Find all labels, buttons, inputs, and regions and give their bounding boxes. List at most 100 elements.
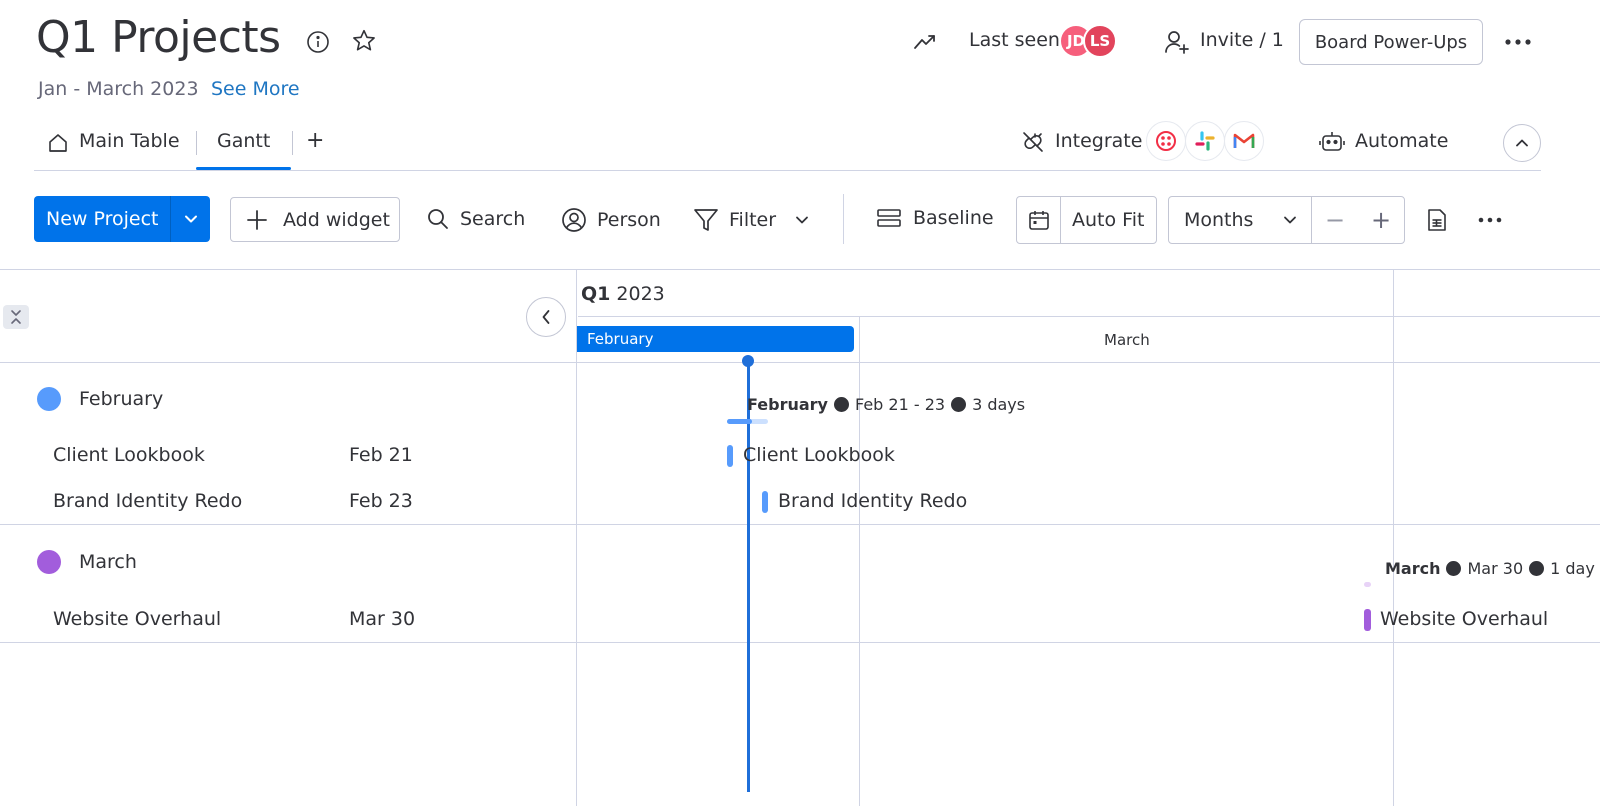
gantt-bar-label: Client Lookbook [743, 444, 895, 466]
add-view-button[interactable]: + [306, 128, 324, 153]
group-summary-march: March Mar 30 1 day [1385, 559, 1595, 578]
filter-button[interactable]: Filter [693, 207, 776, 233]
calendar-icon [1028, 211, 1049, 230]
month-february-header[interactable]: February [577, 326, 854, 352]
filter-label: Filter [729, 209, 777, 231]
item-date: Feb 21 [349, 444, 413, 466]
quarter-name: Q1 [581, 283, 611, 305]
collapse-panel-button[interactable] [526, 297, 566, 337]
baseline-button[interactable]: Baseline [877, 207, 994, 229]
twilio-icon[interactable] [1146, 121, 1186, 161]
quarter-label: Q1 2023 [581, 283, 665, 305]
toolbar-more-icon[interactable] [1476, 214, 1504, 226]
more-options-icon[interactable] [1503, 28, 1533, 56]
group-summary-clip: March Mar 30 1 day [1385, 559, 1600, 583]
tab-gantt[interactable]: Gantt [217, 130, 270, 152]
collapse-all-icon[interactable] [3, 305, 29, 329]
chevron-up-icon [1516, 139, 1528, 147]
gantt-bar[interactable] [1364, 609, 1371, 631]
search-icon [428, 209, 448, 229]
gantt-bar[interactable] [762, 491, 768, 513]
separator-dot [833, 397, 849, 412]
collapse-header-button[interactable] [1503, 124, 1541, 162]
invite-button[interactable]: Invite / 1 [1200, 29, 1284, 51]
info-icon[interactable] [304, 28, 332, 56]
board-title[interactable]: Q1 Projects [36, 12, 281, 63]
group-name-march[interactable]: March [79, 551, 137, 573]
quarter-divider [1393, 269, 1394, 806]
summary-duration: 3 days [972, 395, 1026, 414]
avatar[interactable]: LS [1083, 24, 1117, 58]
home-icon [46, 131, 70, 155]
item-name-website-overhaul[interactable]: Website Overhaul [53, 608, 221, 630]
item-date: Feb 23 [349, 490, 413, 512]
tab-main-table[interactable]: Main Table [79, 130, 180, 152]
automate-button[interactable]: Automate [1355, 130, 1448, 152]
gantt-bar[interactable] [727, 445, 733, 467]
automate-robot-icon[interactable] [1318, 128, 1346, 156]
group-color-dot[interactable] [37, 550, 61, 574]
timeline-scale-group: Months − + [1168, 196, 1405, 244]
auto-fit-button[interactable]: Auto Fit [1061, 209, 1144, 231]
summary-range: Mar 30 [1467, 559, 1524, 578]
toolbar-divider [843, 194, 844, 244]
months-select-value: Months [1184, 209, 1254, 231]
new-project-button[interactable]: New Project [34, 196, 210, 242]
group-divider [0, 524, 1600, 525]
calendar-button[interactable] [1017, 197, 1061, 243]
integrate-icon[interactable] [1020, 129, 1046, 155]
separator-dot [1446, 561, 1462, 576]
item-name-client-lookbook[interactable]: Client Lookbook [53, 444, 205, 466]
summary-group-name: March [1385, 559, 1441, 578]
chevron-down-icon [184, 215, 197, 223]
gantt-bar-label: Website Overhaul [1380, 608, 1549, 630]
group-summary-bar[interactable] [1364, 582, 1371, 587]
group-color-dot[interactable] [37, 387, 61, 411]
person-filter-button[interactable]: Person [561, 207, 661, 233]
header-bottom-border [0, 362, 1600, 363]
board-power-ups-button[interactable]: Board Power-Ups [1299, 19, 1483, 65]
slack-icon[interactable] [1185, 121, 1225, 161]
summary-group-name: February [747, 395, 828, 414]
zoom-out-button[interactable]: − [1312, 197, 1358, 243]
add-person-icon[interactable] [1162, 27, 1192, 57]
item-name-brand-identity-redo[interactable]: Brand Identity Redo [53, 490, 242, 512]
group-summary-february: February Feb 21 - 23 3 days [747, 395, 1025, 414]
group-divider [0, 642, 1600, 643]
person-icon [562, 208, 586, 232]
gmail-icon[interactable] [1224, 121, 1264, 161]
month-march-header[interactable]: March [1104, 331, 1150, 349]
export-icon[interactable] [1425, 208, 1449, 232]
person-label: Person [597, 209, 661, 231]
add-widget-button[interactable]: Add widget [230, 197, 400, 242]
months-select[interactable]: Months [1169, 197, 1312, 243]
quarter-year: 2023 [616, 283, 665, 305]
star-icon[interactable] [350, 27, 378, 55]
today-line [747, 362, 750, 792]
search-label: Search [460, 208, 526, 230]
group-summary-progress [727, 419, 752, 424]
tabs-divider [34, 170, 1541, 171]
plus-icon [247, 209, 267, 230]
activity-icon[interactable] [910, 28, 940, 56]
filter-dropdown[interactable] [792, 212, 812, 228]
summary-range: Feb 21 - 23 [854, 395, 946, 414]
new-project-dropdown[interactable] [171, 214, 210, 224]
auto-fit-group: Auto Fit [1016, 196, 1157, 244]
gantt-bar-label: Brand Identity Redo [778, 490, 968, 512]
filter-icon [694, 209, 718, 231]
zoom-in-button[interactable]: + [1358, 197, 1404, 243]
baseline-icon [877, 209, 901, 227]
tab-separator [196, 131, 197, 155]
group-name-february[interactable]: February [79, 388, 163, 410]
see-more-link[interactable]: See More [211, 78, 300, 100]
last-seen-label[interactable]: Last seen [969, 29, 1060, 51]
separator-dot [951, 397, 967, 412]
month-divider [859, 316, 860, 806]
summary-duration: 1 day [1550, 559, 1595, 578]
chevron-left-icon [542, 310, 550, 324]
integrate-button[interactable]: Integrate [1055, 130, 1142, 152]
new-project-label[interactable]: New Project [34, 208, 170, 230]
search-button[interactable]: Search [426, 207, 525, 231]
tab-separator [292, 131, 293, 155]
